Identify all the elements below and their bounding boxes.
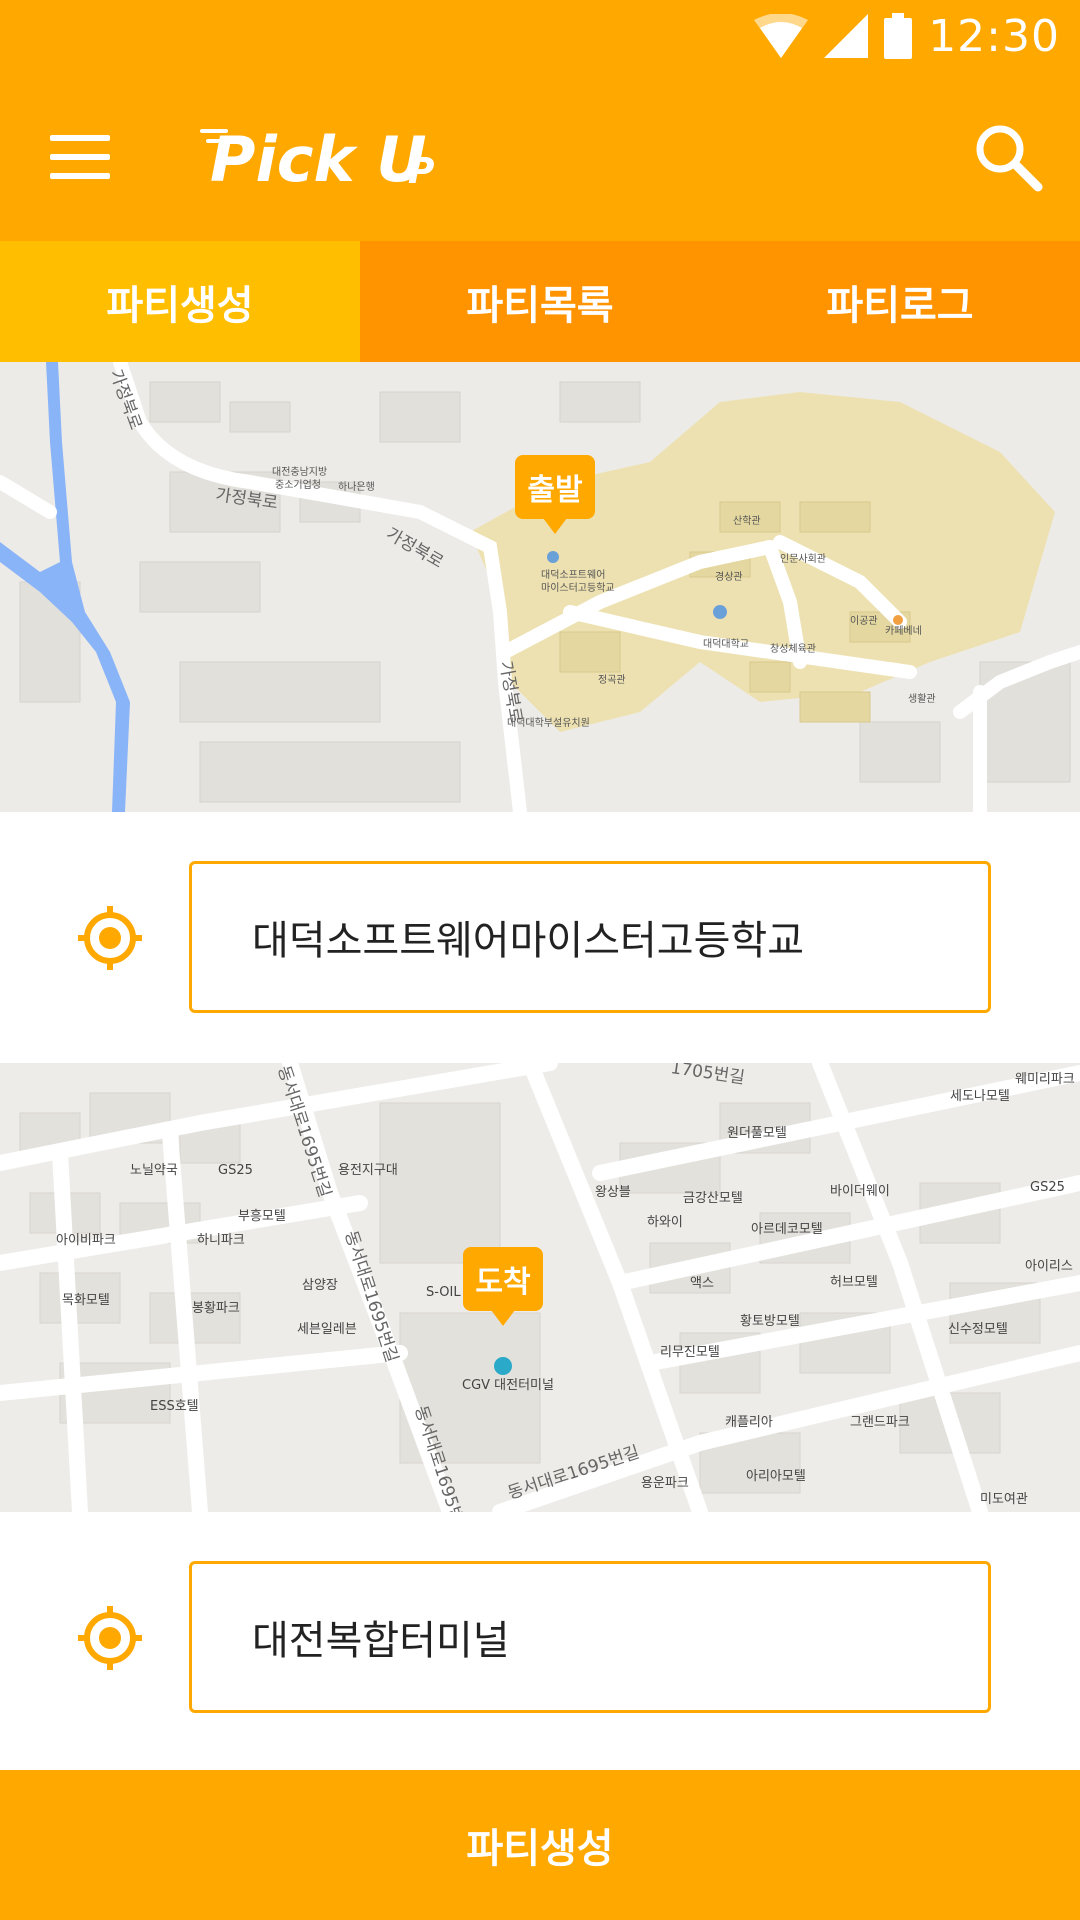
app-bar: Pick U P [0,73,1080,241]
svg-text:하와이: 하와이 [647,1215,683,1230]
svg-text:중소기업청: 중소기업청 [275,478,321,491]
svg-text:P: P [408,151,434,192]
svg-text:하나은행: 하나은행 [338,480,375,493]
svg-text:용운파크: 용운파크 [641,1476,689,1491]
status-time: 12:30 [928,10,1060,62]
svg-text:CGV 대전터미널: CGV 대전터미널 [462,1378,554,1393]
tab-bar: 파티생성 파티목록 파티로그 [0,241,1080,362]
svg-text:생활관: 생활관 [908,692,936,705]
svg-text:GS25: GS25 [218,1163,253,1178]
arrival-row: 대전복합터미널 [0,1512,1080,1770]
svg-text:목화모텔: 목화모텔 [62,1293,110,1308]
tab-party-log[interactable]: 파티로그 [720,241,1080,362]
svg-text:액스: 액스 [690,1276,714,1291]
wifi-icon [754,14,809,58]
svg-text:신수정모텔: 신수정모텔 [948,1322,1008,1337]
svg-text:대전충남지방: 대전충남지방 [272,466,327,478]
status-icons: 12:30 [754,8,1060,64]
create-party-button[interactable]: 파티생성 [0,1770,1080,1920]
svg-text:GS25: GS25 [1030,1180,1065,1195]
svg-text:봉황파크: 봉황파크 [192,1301,240,1316]
svg-text:삼양장: 삼양장 [302,1278,338,1293]
departure-map[interactable]: 가정북로 가정북로 가정북로 가정북로 대전충남지방 중소기업청 하나은행 대덕… [0,362,1080,812]
svg-text:미도여관: 미도여관 [980,1492,1028,1507]
svg-text:아리아모텔: 아리아모텔 [746,1469,806,1484]
svg-text:부흥모텔: 부흥모텔 [238,1209,286,1224]
tab-party-list[interactable]: 파티목록 [360,241,720,362]
departure-row: 대덕소프트웨어마이스터고등학교 [0,812,1080,1063]
svg-text:원더풀모텔: 원더풀모텔 [727,1126,787,1141]
arrival-input[interactable]: 대전복합터미널 [189,1561,991,1713]
hamburger-menu-icon[interactable] [38,121,122,193]
signal-icon [824,14,869,58]
svg-text:황토방모텔: 황토방모텔 [740,1314,800,1329]
departure-input[interactable]: 대덕소프트웨어마이스터고등학교 [189,861,991,1013]
svg-text:이공관: 이공관 [850,615,878,627]
target-location-icon[interactable] [78,906,142,970]
departure-pin[interactable]: 출발 [515,455,595,534]
svg-text:아이리스: 아이리스 [1025,1259,1073,1274]
svg-text:S-OIL: S-OIL [426,1285,461,1300]
svg-text:그랜드파크: 그랜드파크 [850,1415,910,1430]
svg-text:경상관: 경상관 [715,570,743,583]
status-bar: 12:30 [0,0,1080,73]
svg-text:세븐일레븐: 세븐일레븐 [297,1322,357,1337]
svg-text:대덕소프트웨어: 대덕소프트웨어 [541,569,605,581]
search-icon[interactable] [966,115,1050,199]
svg-text:아이비파크: 아이비파크 [56,1233,116,1248]
svg-text:창성체육관: 창성체육관 [770,643,816,655]
svg-text:아르데코모텔: 아르데코모텔 [751,1222,823,1237]
departure-map-canvas: 가정북로 가정북로 가정북로 가정북로 대전충남지방 중소기업청 하나은행 대덕… [0,362,1080,812]
svg-text:바이더웨이: 바이더웨이 [830,1184,890,1199]
svg-text:산학관: 산학관 [733,515,761,527]
svg-text:세도나모텔: 세도나모텔 [950,1089,1010,1104]
battery-icon [884,13,913,59]
svg-text:하니파크: 하니파크 [197,1233,245,1248]
svg-text:인문사회관: 인문사회관 [780,553,826,565]
svg-text:용전지구대: 용전지구대 [338,1163,398,1178]
svg-text:카페베네: 카페베네 [885,625,922,637]
svg-text:리무진모텔: 리무진모텔 [660,1345,720,1360]
arrival-map[interactable]: 동서대로1695번길 동서대로1695번길 동서대로1695번길 동서대로169… [0,1063,1080,1512]
svg-text:금강산모텔: 금강산모텔 [683,1191,743,1206]
pick-up-logo: Pick U P [200,123,434,196]
svg-text:대덕대학부설유치원: 대덕대학부설유치원 [507,717,590,729]
target-location-icon[interactable] [78,1606,142,1670]
tab-create-party[interactable]: 파티생성 [0,241,360,362]
arrival-pin[interactable]: 도착 [463,1247,543,1326]
svg-text:노닐약국: 노닐약국 [130,1163,178,1178]
svg-text:웨미리파크: 웨미리파크 [1015,1072,1075,1087]
svg-text:ESS호텔: ESS호텔 [150,1399,199,1414]
svg-text:대덕대학교: 대덕대학교 [703,638,749,650]
svg-text:Pick U: Pick U [210,123,427,196]
svg-text:허브모텔: 허브모텔 [830,1275,878,1290]
svg-text:캐플리아: 캐플리아 [725,1415,773,1430]
svg-text:정곡관: 정곡관 [598,674,626,686]
svg-text:왕상블: 왕상블 [595,1185,631,1200]
svg-text:마이스터고등학교: 마이스터고등학교 [541,582,615,594]
